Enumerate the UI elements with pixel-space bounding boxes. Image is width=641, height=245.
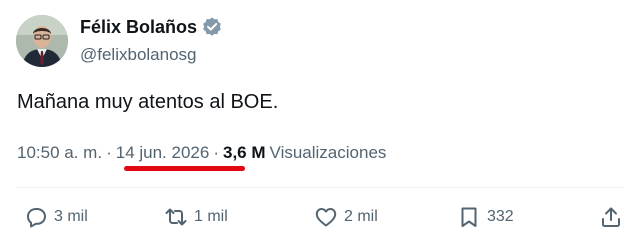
- reply-bubble-icon: [27, 208, 46, 228]
- author-name[interactable]: Félix Bolaños: [80, 15, 197, 39]
- views-label[interactable]: Visualizaciones: [270, 141, 387, 165]
- like-button[interactable]: 2 mil: [314, 204, 378, 230]
- date-highlight-underline: [124, 166, 245, 171]
- repost-icon: [165, 208, 187, 226]
- repost-count: 1 mil: [194, 208, 228, 225]
- tweet-time[interactable]: 10:50 a. m.: [17, 141, 102, 165]
- share-icon: [602, 207, 620, 227]
- tweet-meta: 10:50 a. m. · 14 jun. 2026 · 3,6 M Visua…: [17, 141, 386, 165]
- verified-badge-icon[interactable]: [201, 16, 223, 38]
- reply-count: 3 mil: [54, 208, 88, 225]
- author-name-row[interactable]: Félix Bolaños: [80, 15, 223, 39]
- tweet-date[interactable]: 14 jun. 2026: [116, 141, 210, 165]
- meta-separator: ·: [106, 143, 112, 162]
- avatar[interactable]: [16, 15, 68, 67]
- tweet-card: Félix Bolaños @felixbolanosg Mañana muy …: [0, 0, 641, 245]
- bookmark-icon: [461, 207, 477, 227]
- divider: [16, 187, 625, 188]
- bookmark-count: 332: [487, 208, 514, 225]
- tweet-text: Mañana muy atentos al BOE.: [17, 91, 279, 113]
- repost-button[interactable]: 1 mil: [164, 204, 228, 230]
- reply-button[interactable]: 3 mil: [24, 204, 88, 230]
- views-count[interactable]: 3,6 M: [223, 141, 266, 165]
- bookmark-button[interactable]: 332: [457, 204, 514, 230]
- like-count: 2 mil: [344, 208, 378, 225]
- meta-separator: ·: [213, 143, 219, 162]
- avatar-photo: [16, 15, 68, 67]
- share-button[interactable]: [599, 204, 623, 230]
- heart-icon: [315, 208, 337, 227]
- author-handle[interactable]: @felixbolanosg: [80, 44, 197, 66]
